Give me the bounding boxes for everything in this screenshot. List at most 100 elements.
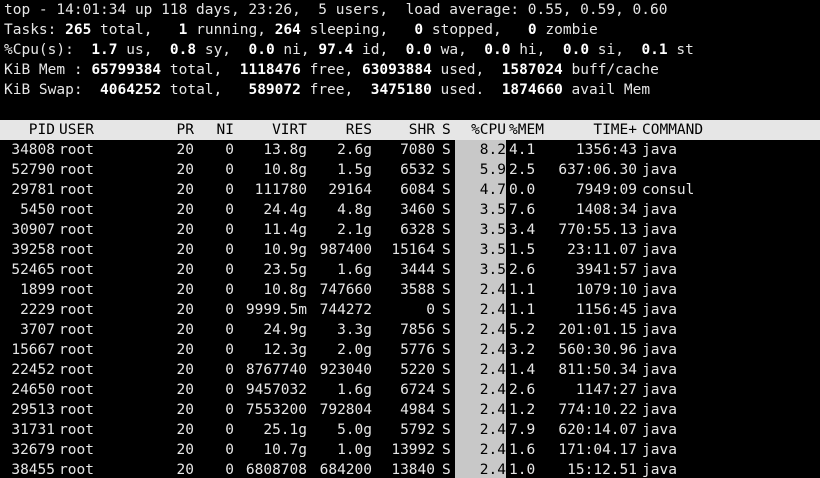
cell-user: root <box>59 202 94 218</box>
cell-time: 811:50.34 <box>558 362 637 378</box>
cell-cpu: 3.5 <box>455 220 506 240</box>
cell-state: S <box>442 462 451 478</box>
cell-pid: 34808 <box>11 142 55 158</box>
cell-cpu: 3.5 <box>455 260 506 280</box>
col-header-res[interactable]: RES <box>307 120 372 140</box>
table-row[interactable]: 15667 root 20 0 12.3g 2.0g 5776 S 2.4 3.2 560:30.9… <box>0 340 820 360</box>
cell-shr: 15164 <box>391 242 435 258</box>
cell-cpu: 5.9 <box>455 160 506 180</box>
cell-mem: 2.6 <box>509 262 536 278</box>
cell-time: 7949:09 <box>575 182 637 198</box>
cell-command: java <box>642 362 677 378</box>
cell-cpu: 2.4 <box>455 360 506 380</box>
cell-shr: 6724 <box>400 382 435 398</box>
table-row[interactable]: 1899 root 20 0 10.8g 747660 3588 S 2.4 1.1 1079:10… <box>0 280 820 300</box>
cell-res: 2.0g <box>337 342 372 358</box>
cell-mem: 7.9 <box>509 422 536 438</box>
cell-pid: 1899 <box>20 282 55 298</box>
table-row[interactable]: 24650 root 20 0 9457032 1.6g 6724 S 2.4 2.6 1147:2… <box>0 380 820 400</box>
cell-user: root <box>59 422 94 438</box>
cell-res: 1.6g <box>337 262 372 278</box>
cell-user: root <box>59 142 94 158</box>
col-header-command[interactable]: COMMAND <box>637 120 820 140</box>
cell-time: 620:14.07 <box>558 422 637 438</box>
table-row[interactable]: 39258 root 20 0 10.9g 987400 15164 S 3.5 1.5 23:11… <box>0 240 820 260</box>
cell-pid: 5450 <box>20 202 55 218</box>
table-row[interactable]: 34808 root 20 0 13.8g 2.6g 7080 S 8.2 4.1 1356:43 j… <box>0 140 820 160</box>
cell-res: 2.6g <box>337 142 372 158</box>
cell-pr: 20 <box>176 162 194 178</box>
table-row[interactable]: 3707 root 20 0 24.9g 3.3g 7856 S 2.4 5.2 201:01.15… <box>0 320 820 340</box>
col-header-cpu[interactable]: %CPU <box>455 120 506 140</box>
table-row[interactable]: 30907 root 20 0 11.4g 2.1g 6328 S 3.5 3.4 770:55.1… <box>0 220 820 240</box>
col-header-pr[interactable]: PR <box>113 120 194 140</box>
cell-state: S <box>442 362 451 378</box>
col-header-ni[interactable]: NI <box>194 120 234 140</box>
tasks-line: Tasks: 265 total, 1 running, 264 sleepin… <box>4 22 598 38</box>
cell-mem: 1.4 <box>509 362 536 378</box>
table-row[interactable]: 31731 root 20 0 25.1g 5.0g 5792 S 2.4 7.9 620:14.0… <box>0 420 820 440</box>
cell-shr: 13840 <box>391 462 435 478</box>
col-header-mem[interactable]: %MEM <box>506 120 556 140</box>
cell-virt: 7553200 <box>245 402 307 418</box>
col-header-pid[interactable]: PID <box>0 120 55 140</box>
cell-pr: 20 <box>176 262 194 278</box>
cell-cpu: 3.5 <box>455 240 506 260</box>
cell-ni: 0 <box>225 142 234 158</box>
cell-shr: 4984 <box>400 402 435 418</box>
table-row[interactable]: 52465 root 20 0 23.5g 1.6g 3444 S 3.5 2.6 3941:57 j… <box>0 260 820 280</box>
table-row[interactable]: 38455 root 20 0 6808708 684200 13840 S 2.4 1.0 15:… <box>0 460 820 478</box>
cell-user: root <box>59 442 94 458</box>
cell-time: 637:06.30 <box>558 162 637 178</box>
cell-virt: 10.8g <box>263 162 307 178</box>
cell-command: java <box>642 422 677 438</box>
cell-state: S <box>442 222 451 238</box>
table-row[interactable]: 5450 root 20 0 24.4g 4.8g 3460 S 3.5 7.6 1408:34 ja… <box>0 200 820 220</box>
cell-pid: 38455 <box>11 462 55 478</box>
cell-res: 684200 <box>319 462 372 478</box>
cell-cpu: 2.4 <box>455 380 506 400</box>
table-row[interactable]: 2229 root 20 0 9999.5m 744272 0 S 2.4 1.1 1156:45 j… <box>0 300 820 320</box>
cell-ni: 0 <box>225 322 234 338</box>
col-header-user[interactable]: USER <box>55 120 113 140</box>
cell-cpu: 8.2 <box>455 140 506 160</box>
cell-pid: 32679 <box>11 442 55 458</box>
cell-user: root <box>59 342 94 358</box>
swap-line: KiB Swap: 4064252 total, 589072 free, 34… <box>4 82 651 98</box>
cell-state: S <box>442 442 451 458</box>
cell-virt: 10.7g <box>263 442 307 458</box>
cell-user: root <box>59 382 94 398</box>
col-header-time[interactable]: TIME+ <box>556 120 637 140</box>
cell-state: S <box>442 282 451 298</box>
col-header-shr[interactable]: SHR <box>372 120 435 140</box>
cell-command: java <box>642 222 677 238</box>
cell-shr: 7080 <box>400 142 435 158</box>
table-row[interactable]: 52790 root 20 0 10.8g 1.5g 6532 S 5.9 2.5 637:06.3… <box>0 160 820 180</box>
cell-command: java <box>642 462 677 478</box>
col-header-virt[interactable]: VIRT <box>234 120 307 140</box>
cell-shr: 5792 <box>400 422 435 438</box>
cell-mem: 4.1 <box>509 142 536 158</box>
cell-time: 1356:43 <box>575 142 637 158</box>
cell-ni: 0 <box>225 362 234 378</box>
cell-pid: 24650 <box>11 382 55 398</box>
cell-res: 5.0g <box>337 422 372 438</box>
cell-res: 29164 <box>328 182 372 198</box>
cell-ni: 0 <box>225 182 234 198</box>
cell-mem: 0.0 <box>509 182 536 198</box>
cell-command: java <box>642 262 677 278</box>
cell-virt: 9999.5m <box>245 302 307 318</box>
cell-pr: 20 <box>176 342 194 358</box>
cell-cpu: 2.4 <box>455 420 506 440</box>
table-row[interactable]: 22452 root 20 0 8767740 923040 5220 S 2.4 1.4 811:… <box>0 360 820 380</box>
cell-command: java <box>642 302 677 318</box>
table-row[interactable]: 32679 root 20 0 10.7g 1.0g 13992 S 2.4 1.6 171:04.… <box>0 440 820 460</box>
cell-virt: 24.4g <box>263 202 307 218</box>
cell-mem: 2.5 <box>509 162 536 178</box>
cell-pid: 22452 <box>11 362 55 378</box>
table-row[interactable]: 29513 root 20 0 7553200 792804 4984 S 2.4 1.2 774:… <box>0 400 820 420</box>
cell-shr: 3588 <box>400 282 435 298</box>
cell-command: java <box>642 322 677 338</box>
col-header-s[interactable]: S <box>435 120 455 140</box>
table-row[interactable]: 29781 root 20 0 111780 29164 6084 S 4.7 0.0 7949:0… <box>0 180 820 200</box>
